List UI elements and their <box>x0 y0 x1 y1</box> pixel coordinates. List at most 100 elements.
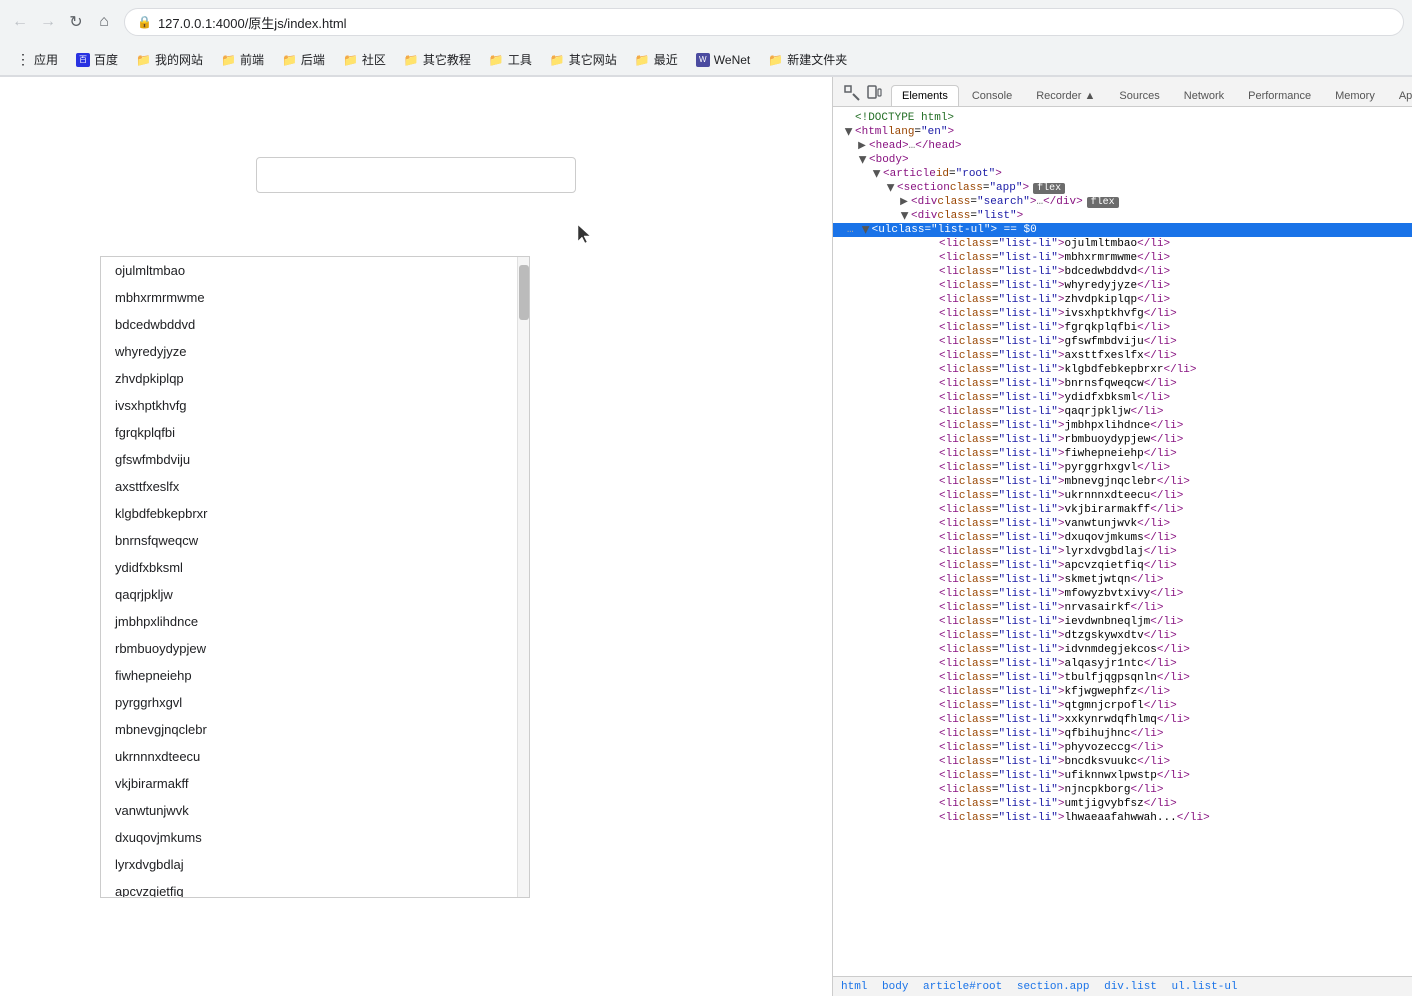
expand-arrow[interactable]: ▶ <box>897 196 911 208</box>
tree-line-li[interactable]: <li class="list-li" >phyvozeccg</li> <box>833 741 1412 755</box>
tree-line-html[interactable]: <html lang="en" > <box>833 125 1412 139</box>
tree-line-div-search[interactable]: ▶ <div class="search" > … </div> flex <box>833 195 1412 209</box>
list-item[interactable]: rbmbuoydypjew <box>101 635 517 662</box>
tree-line-li[interactable]: <li class="list-li" >njncpkborg</li> <box>833 783 1412 797</box>
expand-arrow[interactable]: ▶ <box>859 223 871 237</box>
expand-arrow[interactable] <box>842 125 854 139</box>
tree-line-li[interactable]: <li class="list-li" >whyredyjyze</li> <box>833 279 1412 293</box>
status-crumb-html[interactable]: html <box>841 981 867 993</box>
home-button[interactable]: ⌂ <box>92 10 116 34</box>
tree-line-li[interactable]: <li class="list-li" >ivsxhptkhvfg</li> <box>833 307 1412 321</box>
tree-line-li[interactable]: <li class="list-li" >lyrxdvgbdlaj</li> <box>833 545 1412 559</box>
bookmark-baidu[interactable]: 百 百度 <box>68 48 126 71</box>
bookmark-backend[interactable]: 📁 后端 <box>274 48 333 71</box>
list-item[interactable]: qaqrjpkljw <box>101 581 517 608</box>
tab-elements[interactable]: Elements <box>891 85 959 106</box>
address-bar[interactable]: 🔒 127.0.0.1:4000/原生js/index.html <box>124 8 1404 36</box>
tree-line-li[interactable]: <li class="list-li" >ukrnnnxdteecu</li> <box>833 489 1412 503</box>
tree-line-li[interactable]: <li class="list-li" >jmbhpxlihdnce</li> <box>833 419 1412 433</box>
expand-arrow[interactable]: ▶ <box>856 153 868 167</box>
tree-line-article[interactable]: ▶ <article id="root" > <box>833 167 1412 181</box>
list-item[interactable]: klgbdfebkepbrxr <box>101 500 517 527</box>
bookmark-wenet[interactable]: W WeNet <box>688 50 758 70</box>
dropdown-scroll[interactable]: ojulmltmbao mbhxrmrmwme bdcedwbddvd whyr… <box>101 257 517 897</box>
tree-line-li[interactable]: <li class="list-li" >qtgmnjcrpofl</li> <box>833 699 1412 713</box>
bookmark-mysite[interactable]: 📁 我的网站 <box>128 48 211 71</box>
inspect-icon[interactable] <box>841 82 863 104</box>
forward-button[interactable]: → <box>36 10 60 34</box>
search-input[interactable] <box>256 157 576 193</box>
tree-line-section[interactable]: ▶ <section class="app" > flex <box>833 181 1412 195</box>
tree-line-li[interactable]: <li class="list-li" >gfswfmbdviju</li> <box>833 335 1412 349</box>
tree-line-li[interactable]: <li class="list-li" >zhvdpkiplqp</li> <box>833 293 1412 307</box>
tree-line-li[interactable]: <li class="list-li" >alqasyjr1ntc</li> <box>833 657 1412 671</box>
scrollbar-thumb[interactable] <box>519 265 529 320</box>
status-crumb-article[interactable]: article#root <box>923 981 1002 993</box>
expand-arrow[interactable]: ▶ <box>898 209 910 223</box>
status-crumb-section[interactable]: section.app <box>1017 981 1090 993</box>
tree-line-li[interactable]: <li class="list-li" >dtzgskywxdtv</li> <box>833 629 1412 643</box>
tree-line-li[interactable]: <li class="list-li" >pyrggrhxgvl</li> <box>833 461 1412 475</box>
list-item[interactable]: bnrnsfqweqcw <box>101 527 517 554</box>
tree-line-li[interactable]: <li class="list-li" >mbnevgjnqclebr</li> <box>833 475 1412 489</box>
expand-arrow[interactable]: ▶ <box>870 167 882 181</box>
tree-line-li[interactable]: <li class="list-li" >idvnmdegjekcos</li> <box>833 643 1412 657</box>
tree-line-div-list[interactable]: ▶ <div class="list" > <box>833 209 1412 223</box>
tree-line-li[interactable]: <li class="list-li" >umtjigvybfsz</li> <box>833 797 1412 811</box>
tab-app[interactable]: App <box>1388 85 1412 106</box>
tree-line-body[interactable]: ▶ <body> <box>833 153 1412 167</box>
tree-line-li[interactable]: <li class="list-li" >axsttfxeslfx</li> <box>833 349 1412 363</box>
tree-line-li[interactable]: <li class="list-li" >ydidfxbksml</li> <box>833 391 1412 405</box>
tree-line-li[interactable]: <li class="list-li" >bncdksvuukc</li> <box>833 755 1412 769</box>
bookmark-frontend[interactable]: 📁 前端 <box>213 48 272 71</box>
list-item[interactable]: dxuqovjmkums <box>101 824 517 851</box>
tab-memory[interactable]: Memory <box>1324 85 1386 106</box>
tree-line-li[interactable]: <li class="list-li" >kfjwgwephfz</li> <box>833 685 1412 699</box>
list-item[interactable]: pyrggrhxgvl <box>101 689 517 716</box>
bookmark-apps[interactable]: ⋮ 应用 <box>8 48 66 71</box>
list-item[interactable]: mbnevgjnqclebr <box>101 716 517 743</box>
bookmark-other-sites[interactable]: 📁 其它网站 <box>542 48 625 71</box>
tree-line-li[interactable]: <li class="list-li" >fiwhepneiehp</li> <box>833 447 1412 461</box>
expand-arrow[interactable]: ▶ <box>855 140 869 152</box>
list-item[interactable]: mbhxrmrmwme <box>101 284 517 311</box>
tree-line-li[interactable]: <li class="list-li" >tbulfjqgpsqnln</li> <box>833 671 1412 685</box>
bookmark-recent[interactable]: 📁 最近 <box>627 48 686 71</box>
status-crumb-body[interactable]: body <box>882 981 908 993</box>
tree-line-li[interactable]: <li class="list-li" >xxkynrwdqfhlmq</li> <box>833 713 1412 727</box>
tree-line-head[interactable]: ▶ <head> … </head> <box>833 139 1412 153</box>
tree-line-li[interactable]: <li class="list-li" >skmetjwtqn</li> <box>833 573 1412 587</box>
tree-line-doctype[interactable]: <!DOCTYPE html> <box>833 111 1412 125</box>
tree-line-li[interactable]: <li class="list-li" >klgbdfebkepbrxr</li… <box>833 363 1412 377</box>
list-item[interactable]: ukrnnnxdteecu <box>101 743 517 770</box>
tree-line-li[interactable]: <li class="list-li" >rbmbuoydypjew</li> <box>833 433 1412 447</box>
tree-line-ul[interactable]: … ▶ <ul class="list-ul" > == $0 <box>833 223 1412 237</box>
list-item[interactable]: ivsxhptkhvfg <box>101 392 517 419</box>
tree-line-li[interactable]: <li class="list-li" >vkjbirarmakff</li> <box>833 503 1412 517</box>
list-item[interactable]: gfswfmbdviju <box>101 446 517 473</box>
devtools-content[interactable]: <!DOCTYPE html> <html lang="en" > ▶ <box>833 107 1412 976</box>
tab-network[interactable]: Network <box>1173 85 1235 106</box>
list-item[interactable]: bdcedwbddvd <box>101 311 517 338</box>
bookmark-tools[interactable]: 📁 工具 <box>481 48 540 71</box>
tree-line-li[interactable]: <li class="list-li" >mfowyzbvtxivy</li> <box>833 587 1412 601</box>
tree-line-li[interactable]: <li class="list-li" >nrvasairkf</li> <box>833 601 1412 615</box>
tree-line-li[interactable]: <li class="list-li" >apcvzqietfiq</li> <box>833 559 1412 573</box>
tree-line-li[interactable]: <li class="list-li" >vanwtunjwvk</li> <box>833 517 1412 531</box>
device-icon[interactable] <box>863 82 885 104</box>
list-item[interactable]: ydidfxbksml <box>101 554 517 581</box>
tree-line-li[interactable]: <li class="list-li" >mbhxrmrmwme</li> <box>833 251 1412 265</box>
status-crumb-div[interactable]: div.list <box>1104 981 1157 993</box>
tab-console[interactable]: Console <box>961 85 1023 106</box>
tree-line-li[interactable]: <li class="list-li" >lhwaeaafahwwah...</… <box>833 811 1412 825</box>
tab-performance[interactable]: Performance <box>1237 85 1322 106</box>
tree-line-li[interactable]: <li class="list-li" >bnrnsfqweqcw</li> <box>833 377 1412 391</box>
list-item[interactable]: vanwtunjwvk <box>101 797 517 824</box>
list-item[interactable]: ojulmltmbao <box>101 257 517 284</box>
tab-sources[interactable]: Sources <box>1108 85 1170 106</box>
tab-recorder[interactable]: Recorder ▲ <box>1025 85 1106 106</box>
tree-line-li[interactable]: <li class="list-li" >ufiknnwxlpwstp</li> <box>833 769 1412 783</box>
list-item[interactable]: lyrxdvgbdlaj <box>101 851 517 878</box>
status-crumb-ul[interactable]: ul.list-ul <box>1172 981 1238 993</box>
list-item[interactable]: zhvdpkiplqp <box>101 365 517 392</box>
